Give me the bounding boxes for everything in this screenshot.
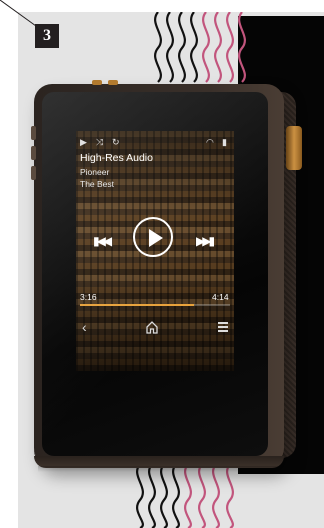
track-title: High-Res Audio <box>80 152 153 164</box>
side-button <box>31 166 36 180</box>
top-button <box>92 80 102 85</box>
play-icon: ▶ <box>80 137 87 147</box>
side-button <box>31 126 36 140</box>
device-shadow <box>38 466 282 472</box>
track-album: The Best <box>80 179 115 189</box>
previous-icon[interactable]: ▮◀◀ <box>93 234 112 248</box>
home-icon[interactable] <box>145 320 159 334</box>
total-time: 4:14 <box>212 292 229 302</box>
top-button <box>108 80 118 85</box>
shuffle-icon: ⤨ <box>96 137 104 147</box>
battery-icon: ▮ <box>222 137 227 147</box>
elapsed-time: 3:16 <box>80 292 97 302</box>
back-icon[interactable]: ‹ <box>82 319 87 335</box>
volume-knob <box>286 126 302 170</box>
status-bar: ▶ ⤨ ↻ ◠ ▮ <box>80 137 232 149</box>
progress-bar[interactable] <box>80 304 230 306</box>
progress-fill <box>80 304 194 306</box>
menu-icon[interactable] <box>218 322 228 334</box>
repeat-icon: ↻ <box>112 137 120 147</box>
wifi-icon: ◠ <box>206 137 214 147</box>
play-button[interactable] <box>133 217 173 257</box>
next-icon[interactable]: ▶▶▮ <box>196 234 215 248</box>
side-button <box>31 146 36 160</box>
track-artist: Pioneer <box>80 167 110 177</box>
step-number-badge: 3 <box>35 24 59 48</box>
